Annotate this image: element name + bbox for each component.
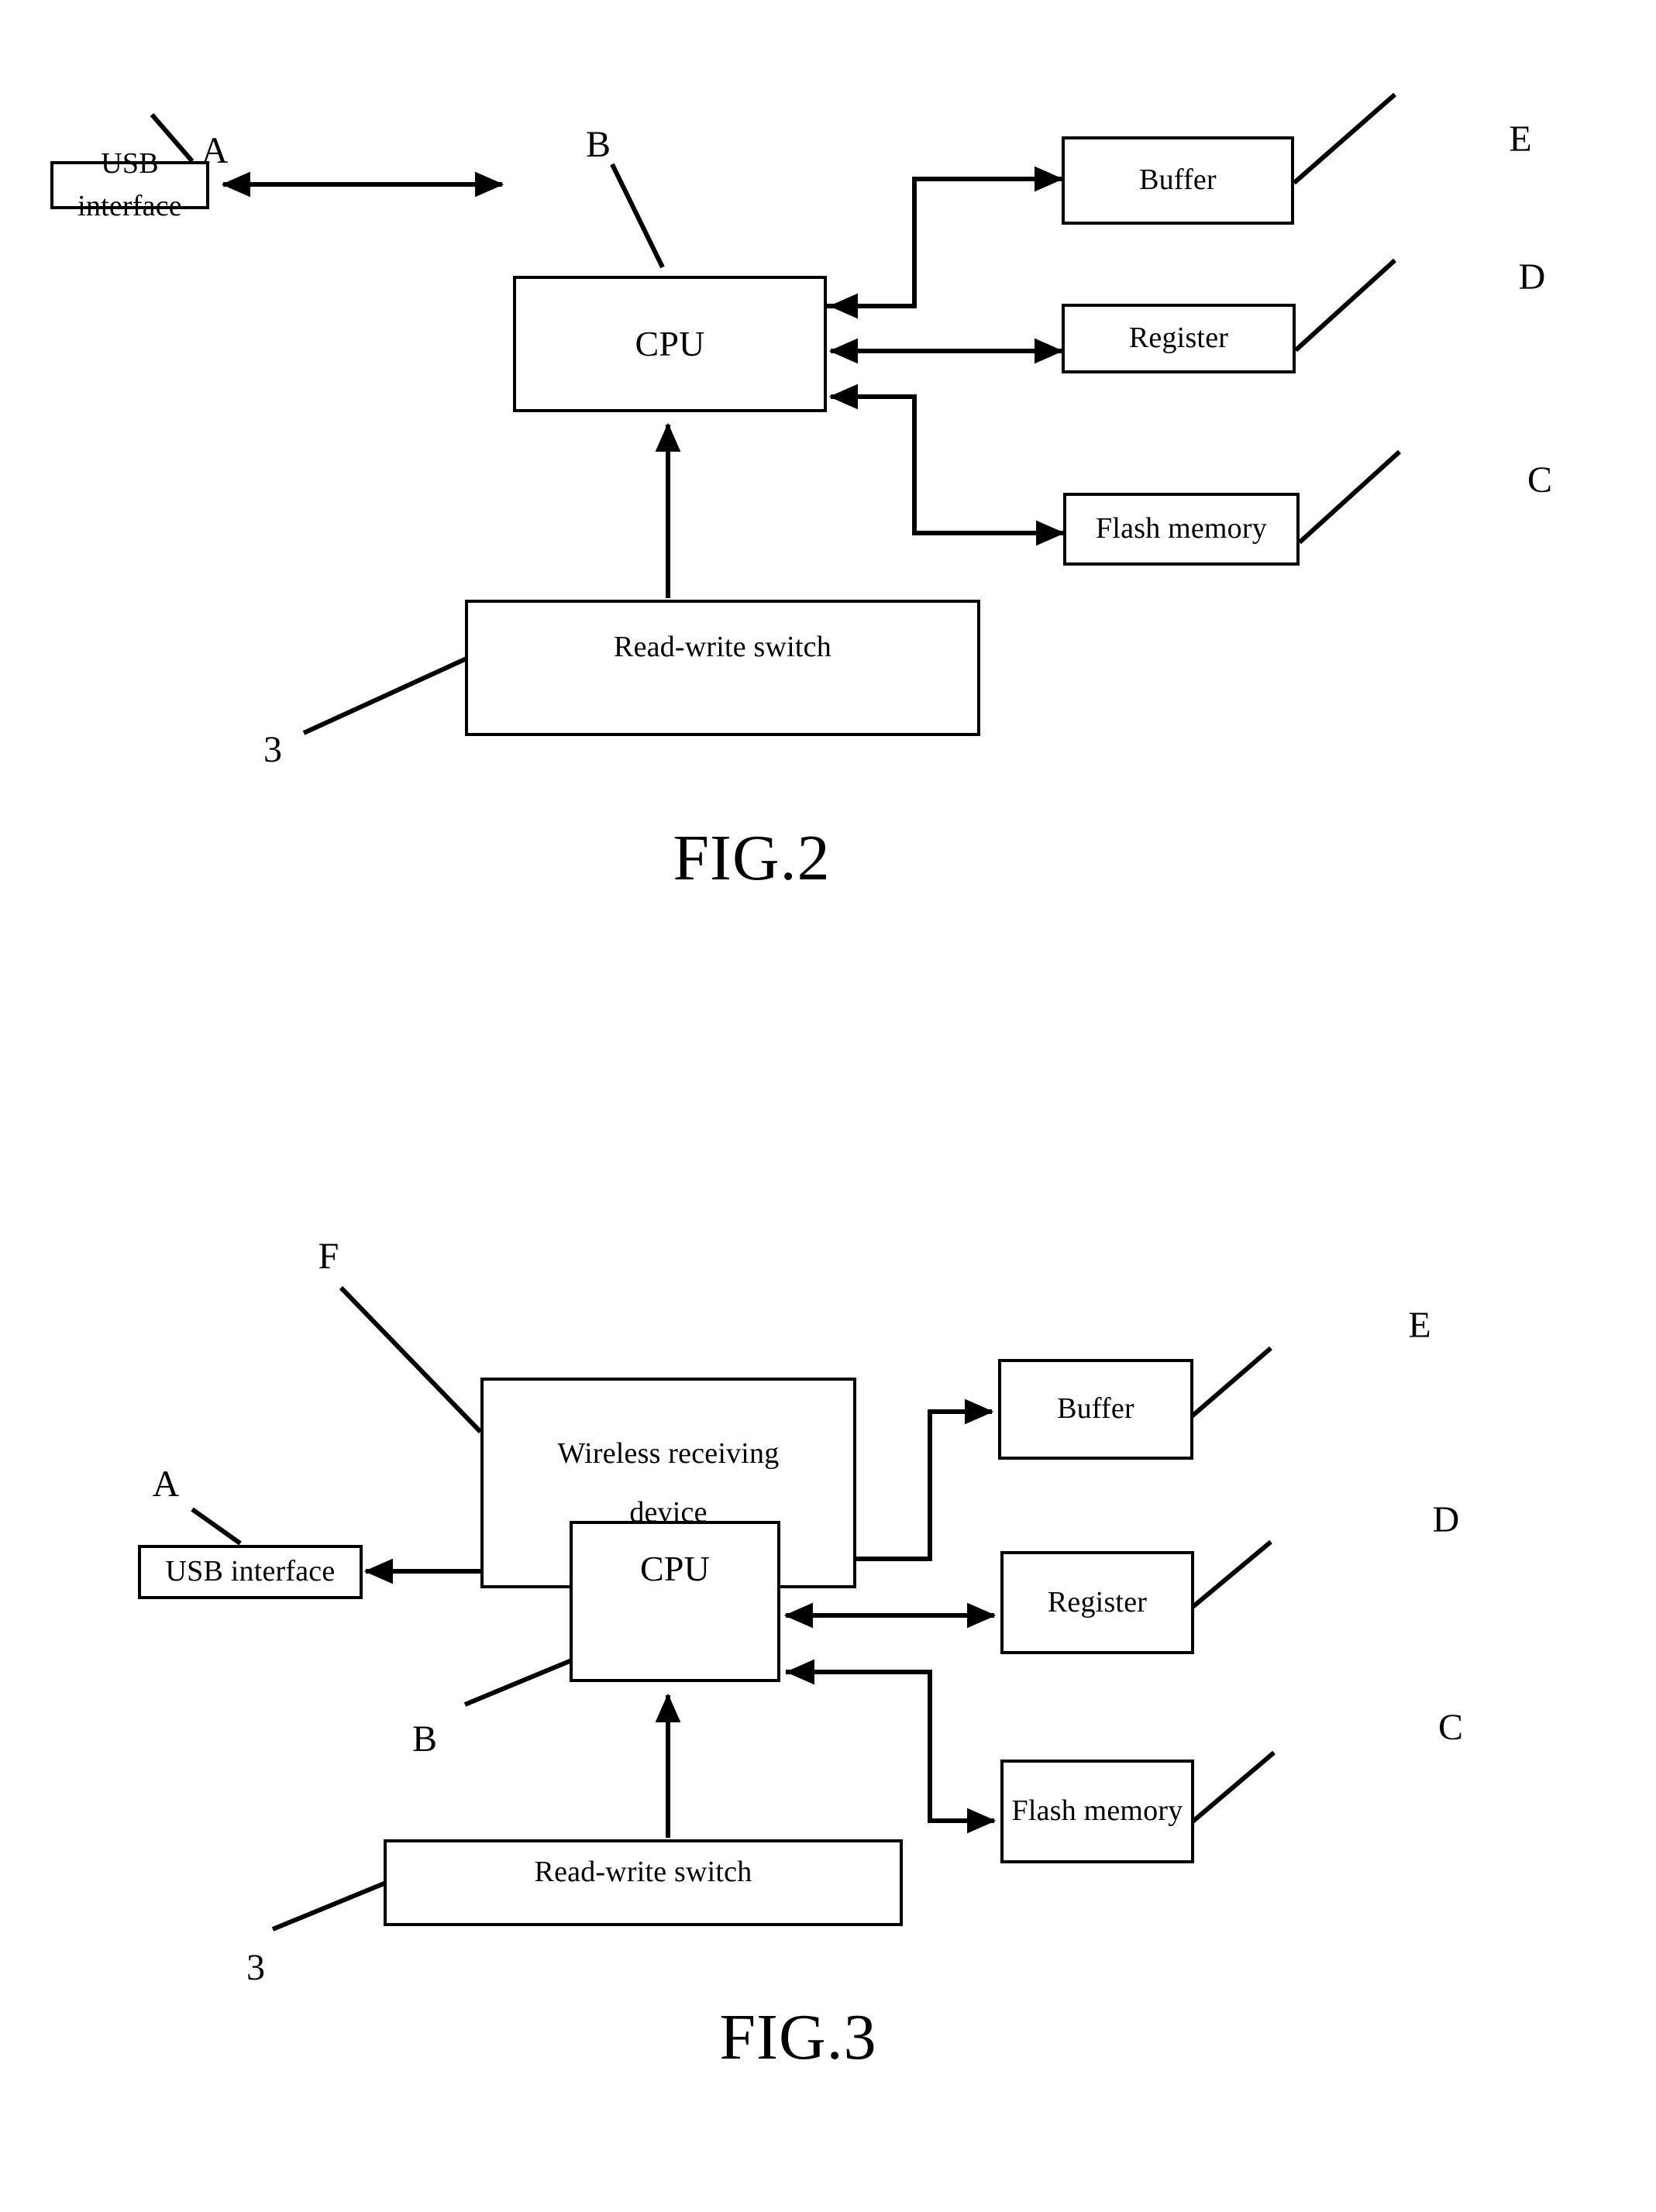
fig2-ref-label-3: 3 bbox=[263, 729, 282, 770]
leader-line-b-fig3 bbox=[463, 1657, 575, 1707]
connector-cpu-flash-fig2 bbox=[831, 394, 1066, 546]
patent-drawing-sheet: USB interface CPU Buffer Register Flash … bbox=[0, 0, 1656, 2212]
connector-cpu-buffer-fig2 bbox=[827, 166, 1064, 308]
fig3-node-flash-memory: Flash memory bbox=[1000, 1760, 1194, 1863]
fig2-cpu-label: CPU bbox=[635, 323, 705, 363]
fig2-node-usb-interface: USB interface bbox=[50, 147, 209, 222]
connector-cpu-flash-fig3 bbox=[786, 1670, 997, 1834]
fig3-node-read-write-switch: Read-write switch bbox=[384, 1839, 903, 1926]
fig3-ref-label-e: E bbox=[1408, 1305, 1431, 1346]
leader-line-c-fig2 bbox=[1297, 449, 1402, 545]
fig3-node-cpu: CPU bbox=[570, 1521, 780, 1682]
fig2-ref-label-c: C bbox=[1527, 459, 1553, 501]
leader-line-a-fig3 bbox=[191, 1507, 242, 1546]
fig2-buffer-label: Buffer bbox=[1139, 163, 1217, 197]
fig3-register-label: Register bbox=[1047, 1585, 1148, 1619]
fig3-read-write-switch-label: Read-write switch bbox=[534, 1856, 752, 1889]
fig2-ref-label-b: B bbox=[585, 124, 611, 165]
leader-line-d-fig3 bbox=[1190, 1539, 1272, 1610]
fig3-ref-label-d: D bbox=[1432, 1499, 1460, 1540]
fig3-ref-label-a: A bbox=[152, 1464, 180, 1505]
fig2-node-cpu: CPU bbox=[513, 276, 827, 412]
fig2-register-label: Register bbox=[1128, 322, 1229, 355]
fig3-ref-label-3: 3 bbox=[246, 1947, 265, 1988]
leader-line-e-fig3 bbox=[1190, 1346, 1272, 1419]
fig3-caption: FIG.3 bbox=[719, 2001, 877, 2073]
fig3-node-usb-interface: USB interface bbox=[138, 1545, 363, 1599]
fig3-node-buffer: Buffer bbox=[998, 1359, 1193, 1460]
fig2-node-register: Register bbox=[1062, 304, 1296, 373]
leader-line-3-fig2 bbox=[302, 656, 468, 735]
leader-line-3-fig3 bbox=[271, 1880, 387, 1932]
fig2-node-read-write-switch: Read-write switch bbox=[465, 600, 980, 736]
leader-line-e-fig2 bbox=[1293, 92, 1396, 185]
fig2-flash-memory-label: Flash memory bbox=[1096, 512, 1267, 545]
leader-line-d-fig2 bbox=[1293, 258, 1397, 353]
fig2-ref-label-a: A bbox=[201, 130, 229, 171]
fig2-node-buffer: Buffer bbox=[1062, 136, 1294, 225]
fig2-read-write-switch-label: Read-write switch bbox=[614, 631, 831, 664]
fig2-ref-label-d: D bbox=[1518, 256, 1546, 298]
fig3-usb-interface-label: USB interface bbox=[165, 1555, 336, 1588]
leader-line-b-fig2 bbox=[610, 163, 665, 269]
leader-line-f-fig3 bbox=[339, 1285, 483, 1434]
fig3-ref-label-b: B bbox=[411, 1718, 438, 1760]
fig3-ref-label-f: F bbox=[318, 1236, 339, 1277]
fig2-usb-interface-label: USB interface bbox=[77, 146, 182, 222]
leader-line-c-fig3 bbox=[1190, 1750, 1276, 1825]
fig3-cpu-label: CPU bbox=[639, 1548, 711, 1588]
fig3-ref-label-c: C bbox=[1437, 1707, 1464, 1748]
fig3-buffer-label: Buffer bbox=[1057, 1392, 1134, 1426]
fig2-node-flash-memory: Flash memory bbox=[1063, 493, 1300, 566]
fig2-caption: FIG.2 bbox=[673, 822, 831, 894]
fig3-flash-memory-label: Flash memory bbox=[1011, 1794, 1183, 1828]
fig3-node-register: Register bbox=[1000, 1551, 1194, 1654]
fig2-ref-label-e: E bbox=[1509, 119, 1532, 160]
